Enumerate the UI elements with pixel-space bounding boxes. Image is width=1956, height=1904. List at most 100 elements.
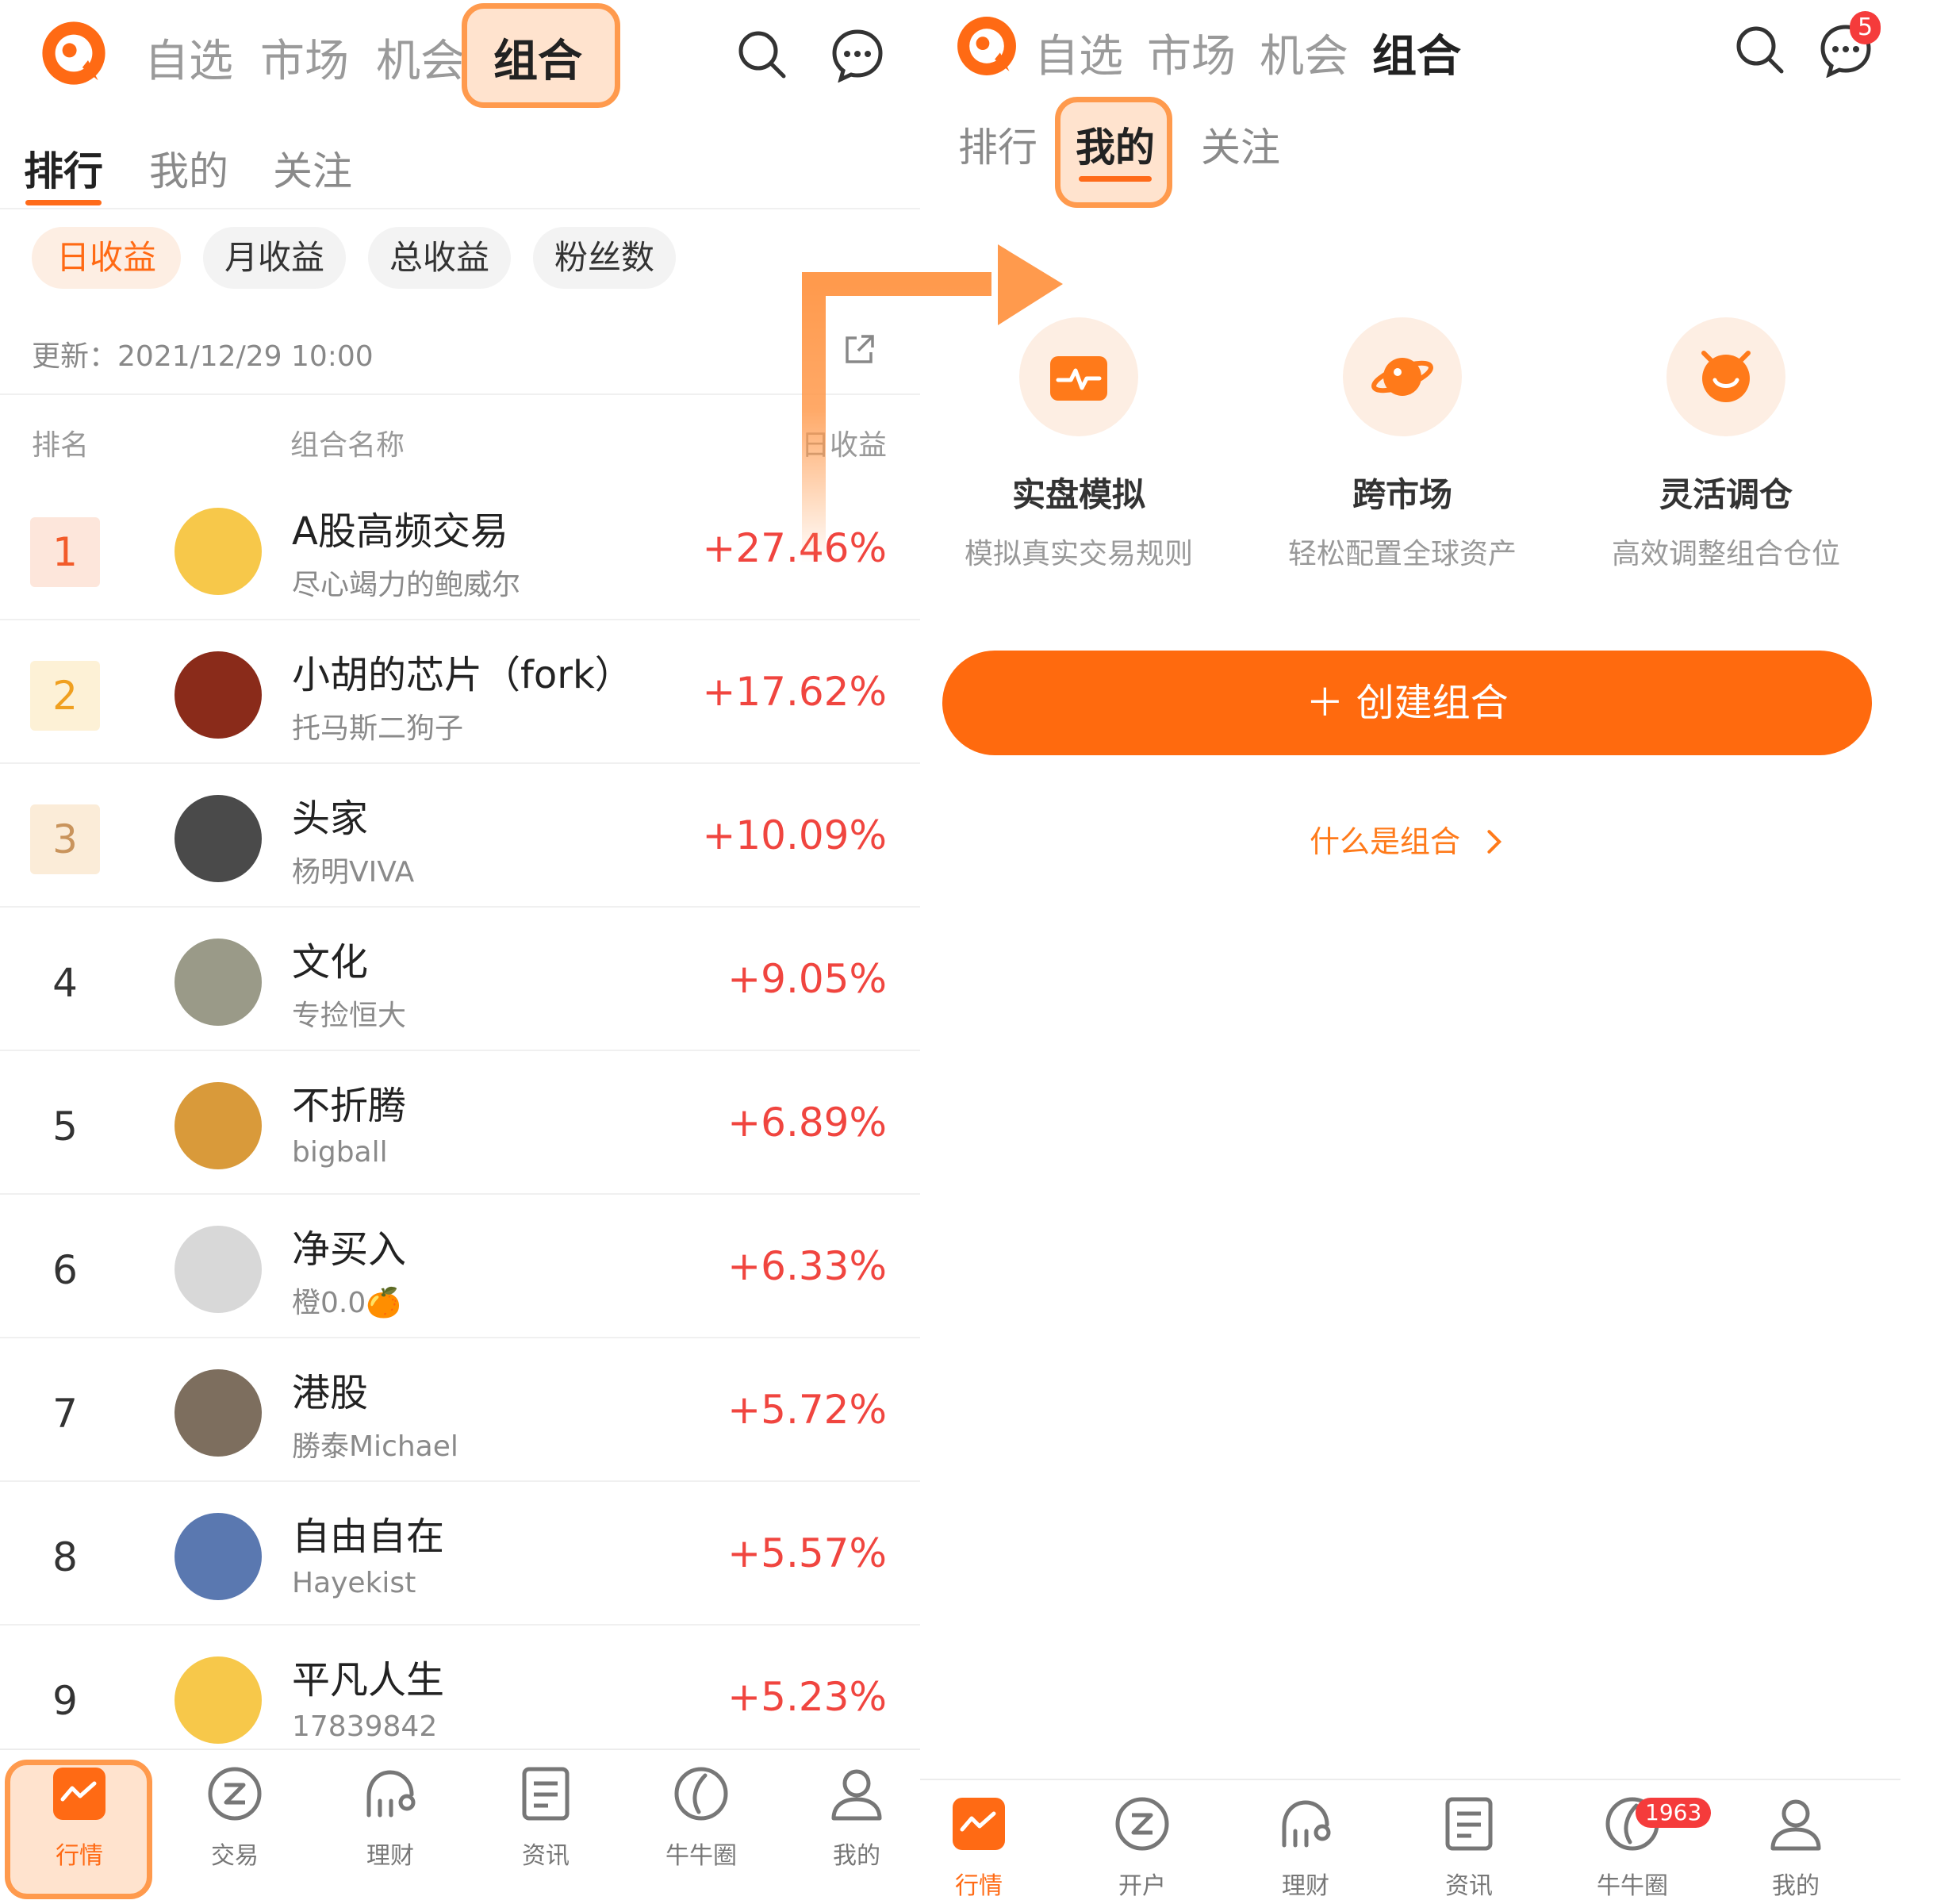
portfolio-name: 头家 xyxy=(292,797,369,841)
portfolio-author: 杨明VIVA xyxy=(292,856,415,889)
avatar[interactable] xyxy=(175,1226,262,1313)
portfolio-author: Hayekist xyxy=(292,1567,416,1599)
wealth-icon xyxy=(1282,1800,1331,1848)
table-row[interactable]: 6 净买入 橙0.0🍊 +6.33% xyxy=(0,1194,920,1338)
bottom-tab-label: 理财 xyxy=(366,1842,414,1870)
col-header-name: 组合名称 xyxy=(290,429,405,462)
portfolio-author: bigball xyxy=(292,1136,388,1169)
portfolio-name: 平凡人生 xyxy=(292,1658,445,1702)
bottom-tab-market[interactable]: 行情 xyxy=(931,1795,1026,1901)
rank-number: 6 xyxy=(52,1247,78,1293)
table-row[interactable]: 5 不折腾 bigball +6.89% xyxy=(0,1050,920,1195)
subtab-following[interactable]: 关注 xyxy=(273,140,352,197)
bottom-tab-community[interactable]: 牛牛圈 1963 xyxy=(1585,1795,1712,1901)
portfolio-name: A股高频交易 xyxy=(292,509,508,554)
table-row[interactable]: 4 文化 专捡恒大 +9.05% xyxy=(0,907,920,1051)
wealth-icon xyxy=(366,1770,416,1818)
bottom-tab-wealth[interactable]: 理财 xyxy=(343,1764,438,1871)
avatar[interactable] xyxy=(175,939,262,1026)
header-divider xyxy=(0,393,920,395)
daily-return: +10.09% xyxy=(702,812,887,858)
avatar[interactable] xyxy=(175,1656,262,1744)
avatar[interactable] xyxy=(175,1513,262,1600)
nav-tab-market[interactable]: 市场 xyxy=(1147,21,1236,85)
transition-arrow xyxy=(802,244,1063,563)
nav-tab-watchlist[interactable]: 自选 xyxy=(144,25,233,90)
table-row[interactable]: 7 港股 勝泰Michael +5.72% xyxy=(0,1338,920,1482)
subtab-following[interactable]: 关注 xyxy=(1201,116,1280,173)
portfolio-author: 17839842 xyxy=(292,1710,438,1743)
bottom-tab-label: 行情 xyxy=(56,1842,103,1870)
app-logo-icon xyxy=(953,13,1020,79)
bottom-tab-news[interactable]: 资讯 xyxy=(1421,1795,1517,1901)
subtab-mine[interactable]: 我的 xyxy=(1076,116,1155,173)
portfolio-author: 橙0.0🍊 xyxy=(292,1287,402,1319)
daily-return: +5.72% xyxy=(727,1387,887,1433)
chip-followers[interactable]: 粉丝数 xyxy=(533,227,676,289)
portfolio-author: 专捡恒大 xyxy=(292,1000,407,1032)
chip-monthly-return[interactable]: 月收益 xyxy=(203,227,346,289)
rank-number: 2 xyxy=(30,661,100,731)
bottom-tab-label: 我的 xyxy=(833,1842,880,1870)
subtab-ranking[interactable]: 排行 xyxy=(24,140,103,197)
message-badge: 5 xyxy=(1850,11,1881,44)
nav-tab-watchlist[interactable]: 自选 xyxy=(1034,21,1123,85)
portfolio-name: 小胡的芯片（fork） xyxy=(292,653,633,697)
bottom-tab-label: 资讯 xyxy=(1445,1872,1493,1900)
portfolio-author: 勝泰Michael xyxy=(292,1430,458,1463)
daily-return: +6.89% xyxy=(727,1100,887,1146)
portfolio-name: 文化 xyxy=(292,940,369,985)
bottom-tab-community[interactable]: 牛牛圈 xyxy=(654,1764,749,1871)
portfolio-name: 港股 xyxy=(292,1371,369,1415)
avatar[interactable] xyxy=(175,508,262,595)
subtab-mine[interactable]: 我的 xyxy=(149,140,228,197)
market-chart-icon xyxy=(953,1798,1005,1850)
rank-number: 3 xyxy=(30,804,100,874)
bottom-tab-market[interactable]: 行情 xyxy=(32,1764,127,1871)
table-row[interactable]: 8 自由自在 Hayekist +5.57% xyxy=(0,1481,920,1626)
nav-tab-opportunity[interactable]: 机会 xyxy=(1260,21,1348,85)
avatar[interactable] xyxy=(175,795,262,882)
search-icon[interactable] xyxy=(1732,22,1788,78)
chip-daily-return[interactable]: 日收益 xyxy=(32,227,181,289)
bottom-tab-me[interactable]: 我的 xyxy=(809,1764,904,1871)
nav-tab-portfolio[interactable]: 组合 xyxy=(1372,21,1461,85)
right-screen: 自选 市场 机会 组合 5 排行 我的 关注 实盘模拟 模拟真实交易规则 跨市场 轻松… xyxy=(920,0,1956,1904)
create-portfolio-button[interactable]: ＋ 创建组合 xyxy=(942,651,1872,755)
bottom-tab-me[interactable]: 我的 xyxy=(1748,1795,1843,1901)
table-row[interactable]: 2 小胡的芯片（fork） 托马斯二狗子 +17.62% xyxy=(0,620,920,764)
nav-tab-market[interactable]: 市场 xyxy=(260,25,349,90)
what-is-portfolio-link[interactable]: 什么是组合 xyxy=(920,817,1893,861)
nav-tab-portfolio[interactable]: 组合 xyxy=(493,25,582,90)
feature-subtitle: 轻松配置全球资产 xyxy=(1287,538,1517,570)
portfolio-name: 自由自在 xyxy=(292,1514,445,1559)
bottom-tab-trade[interactable]: 开户 xyxy=(1095,1795,1190,1901)
bottom-tab-label: 牛牛圈 xyxy=(665,1842,737,1870)
subtab-active-underline xyxy=(1079,176,1152,182)
left-screen: 自选 市场 机会 组合 排行 我的 关注 日收益 月收益 总收益 粉丝数 更新：… xyxy=(0,0,920,1904)
bottom-tab-wealth[interactable]: 理财 xyxy=(1258,1795,1353,1901)
chip-total-return[interactable]: 总收益 xyxy=(368,227,511,289)
subtab-divider xyxy=(0,208,920,209)
table-row[interactable]: 1 A股高频交易 尽心竭力的鲍威尔 +27.46% xyxy=(0,476,920,620)
trade-icon xyxy=(1115,1797,1169,1851)
table-row[interactable]: 9 平凡人生 17839842 +5.23% xyxy=(0,1625,920,1769)
refresh-smile-icon xyxy=(1666,317,1785,436)
bottom-tab-trade[interactable]: 交易 xyxy=(187,1764,282,1871)
table-row[interactable]: 3 头家杨明VIVA +10.09% xyxy=(0,763,920,908)
chevron-right-icon xyxy=(1487,830,1502,854)
search-icon[interactable] xyxy=(734,27,790,83)
profile-icon xyxy=(831,1769,882,1821)
avatar[interactable] xyxy=(175,1369,262,1457)
bottom-tab-label: 资讯 xyxy=(522,1842,570,1870)
app-logo-icon xyxy=(38,17,109,89)
daily-return: +5.23% xyxy=(727,1674,887,1720)
avatar[interactable] xyxy=(175,651,262,739)
avatar[interactable] xyxy=(175,1082,262,1169)
bottom-tab-news[interactable]: 资讯 xyxy=(498,1764,593,1871)
nav-tab-opportunity[interactable]: 机会 xyxy=(376,25,465,90)
daily-return: +9.05% xyxy=(727,956,887,1002)
profile-icon xyxy=(1770,1799,1821,1851)
message-icon[interactable] xyxy=(830,27,885,83)
subtab-ranking[interactable]: 排行 xyxy=(958,116,1037,173)
